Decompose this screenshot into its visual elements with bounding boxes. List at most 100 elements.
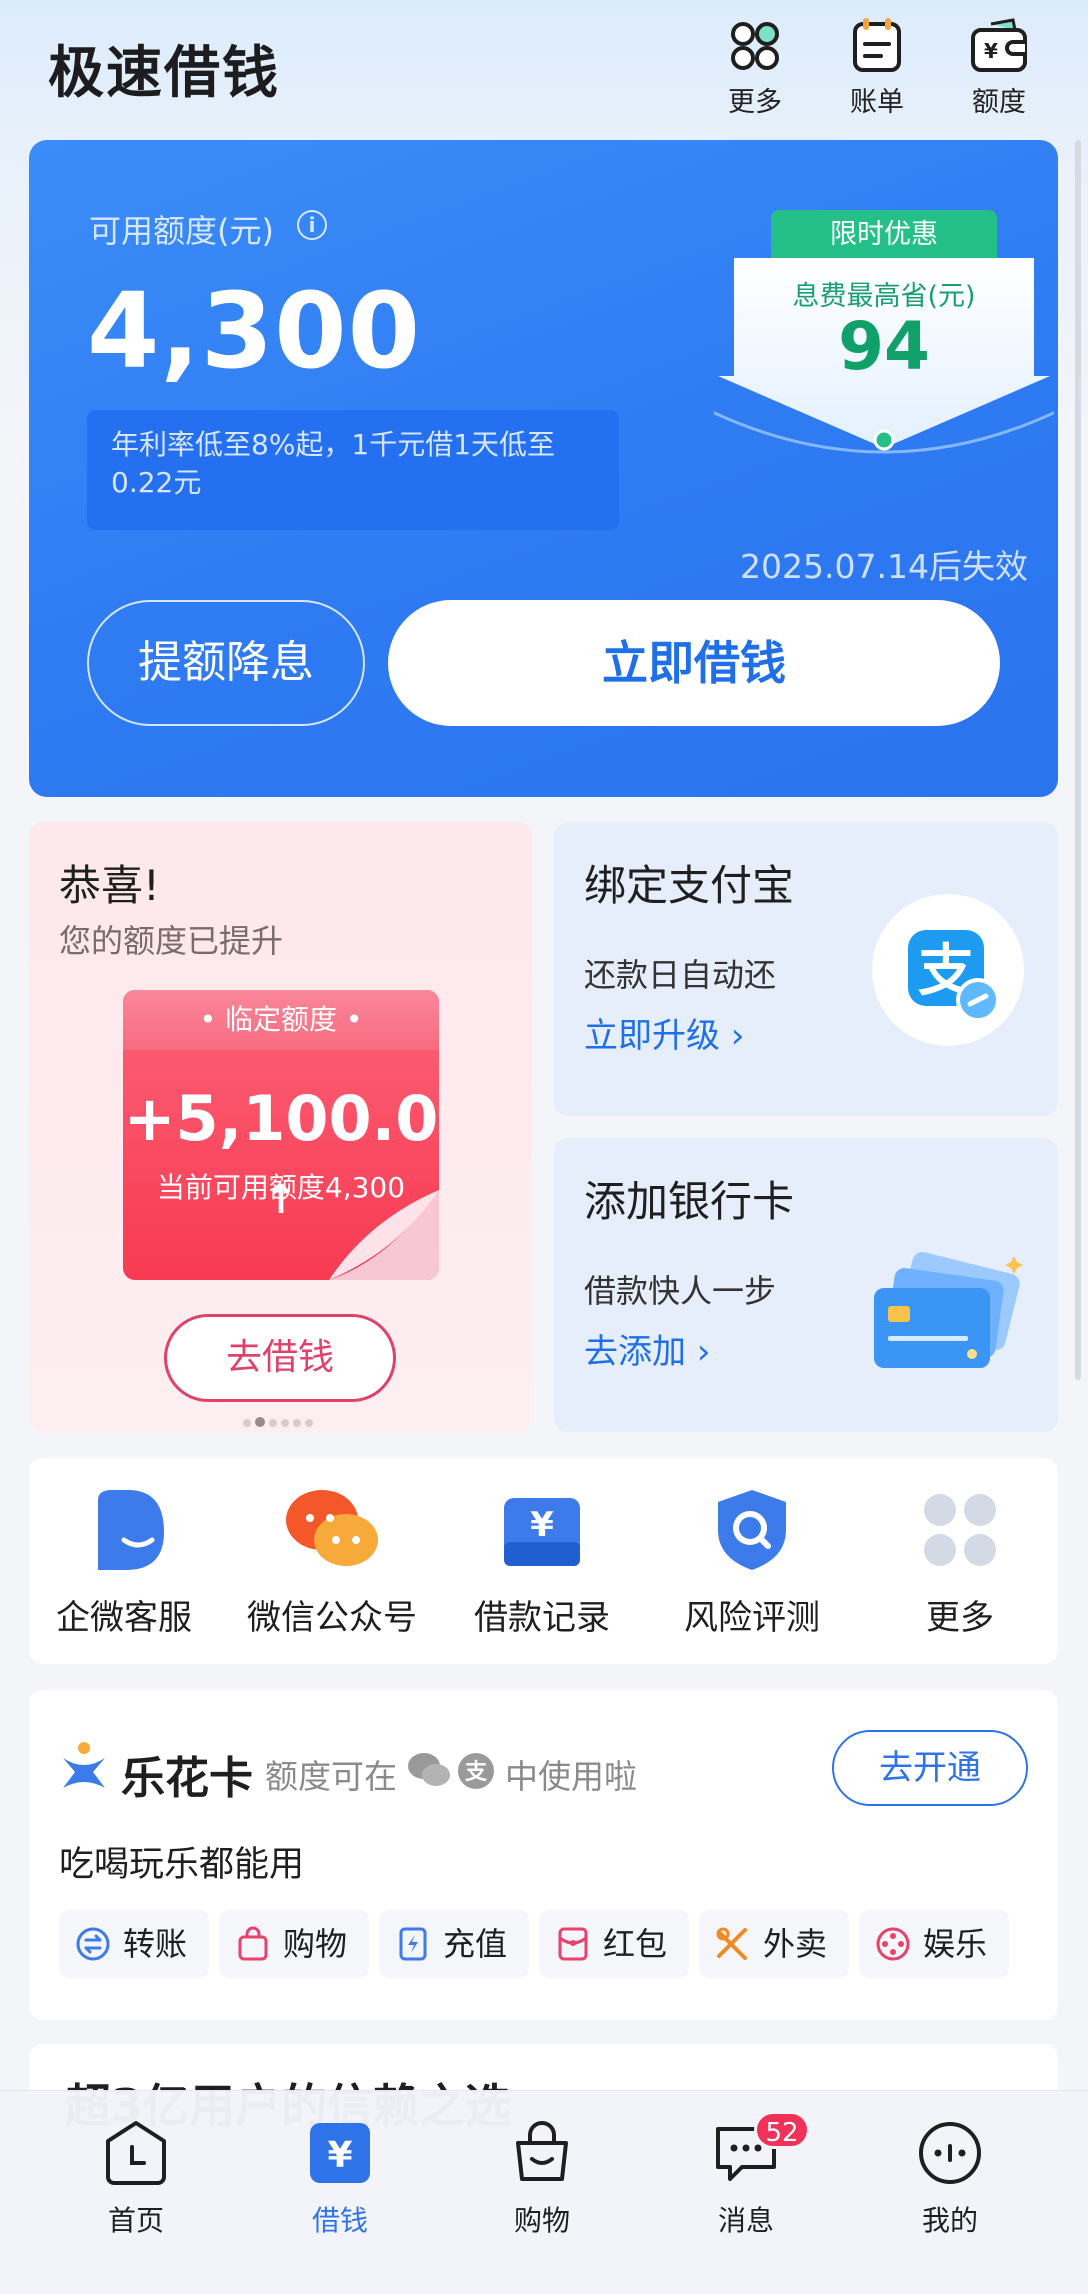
nav-label: 我的 [921, 2204, 978, 2237]
grid-icon [731, 22, 779, 70]
chip-label: 购物 [283, 1925, 348, 1963]
nav-home[interactable]: 首页 [66, 2119, 206, 2239]
nav-label: 首页 [107, 2204, 164, 2237]
header-bill-label: 账单 [850, 87, 904, 118]
bottom-navigation: 首页 ¥ 借钱 购物 52 消息 我的 [0, 2090, 1088, 2294]
service-wecom-support[interactable]: 企微客服 [29, 1488, 219, 1639]
header-limit-label: 额度 [972, 87, 1026, 118]
chip-transfer[interactable]: 转账 [59, 1910, 209, 1978]
service-more[interactable]: 更多 [865, 1488, 1055, 1639]
chip-label: 充值 [443, 1925, 508, 1963]
nav-label: 购物 [513, 2204, 570, 2237]
nav-profile[interactable]: 我的 [880, 2119, 1020, 2239]
wechat-small-icon [408, 1753, 450, 1786]
bind-alipay-desc: 还款日自动还 [584, 956, 777, 994]
chevron-right-icon: › [696, 1332, 711, 1372]
unread-badge: 52 [754, 2111, 810, 2149]
alipay-link-icon: 支 [872, 894, 1024, 1046]
chip-shopping[interactable]: 购物 [219, 1910, 369, 1978]
credit-card: 可用额度(元) i 4,300 年利率低至8%起，1千元借1天低至0.22元 限… [29, 140, 1058, 797]
activate-button[interactable]: 去开通 [832, 1730, 1028, 1806]
upgrade-now-link[interactable]: 立即升级 › [584, 1008, 744, 1057]
chip-label: 外卖 [763, 1925, 828, 1963]
red-packet-icon [558, 1927, 588, 1961]
lehua-tip-prefix: 额度可在 [265, 1757, 397, 1796]
shopping-bag-icon [238, 1926, 268, 1961]
limited-offer-tag: 限时优惠 [771, 210, 997, 260]
chip-entertainment[interactable]: 娱乐 [859, 1910, 1009, 1978]
congrats-title: 恭喜! [59, 861, 160, 910]
transfer-icon [76, 1927, 110, 1961]
recharge-icon [399, 1927, 427, 1961]
add-now-label: 去添加 [584, 1332, 686, 1372]
quick-services: 企微客服 微信公众号 ¥ 借款记录 风险评测 更多 [29, 1458, 1058, 1664]
service-risk-assessment[interactable]: 风险评测 [657, 1488, 847, 1639]
available-credit-label: 可用额度(元) [89, 212, 274, 250]
shopping-icon [516, 2121, 568, 2181]
wechat-icon [286, 1490, 378, 1566]
offer-expiry-text: 2025.07.14后失效 [740, 547, 1028, 586]
nav-borrow[interactable]: ¥ 借钱 [270, 2119, 410, 2239]
congrats-subtitle: 您的额度已提升 [59, 922, 284, 960]
lehua-logo-icon [63, 1742, 105, 1788]
limit-increase-value: +5,100.0 [123, 1082, 439, 1155]
risk-shield-icon [718, 1490, 786, 1570]
scrollbar[interactable] [1075, 140, 1081, 1380]
carousel-indicator [243, 1412, 317, 1431]
info-icon[interactable]: i [297, 210, 327, 240]
chip-label: 转账 [123, 1925, 188, 1963]
limited-offer-panel[interactable]: 限时优惠 息费最高省(元) 94 2025.07.14后失效 [659, 200, 1054, 586]
lehua-card-promo[interactable]: 乐花卡 额度可在 支 中使用啦 去开通 吃喝玩乐都能用 转账 购物 充值 红包 [29, 1690, 1058, 2020]
page-title: 极速借钱 [48, 41, 280, 106]
entertainment-icon [876, 1927, 910, 1961]
lehua-card-name: 乐花卡 [121, 1753, 253, 1804]
service-label: 企微客服 [56, 1598, 192, 1638]
header: 极速借钱 更多 账单 ¥ 额度 [0, 0, 1088, 140]
loan-record-icon: ¥ [504, 1498, 580, 1566]
lehua-slogan: 吃喝玩乐都能用 [59, 1845, 305, 1885]
profile-icon [919, 2122, 981, 2184]
svg-text:支: 支 [465, 1760, 488, 1785]
nav-label: 消息 [717, 2204, 774, 2237]
chip-recharge[interactable]: 充值 [379, 1910, 529, 1978]
nav-label: 借钱 [311, 2204, 368, 2237]
chip-takeout[interactable]: 外卖 [699, 1910, 849, 1978]
customer-service-icon [98, 1490, 164, 1570]
chip-label: 娱乐 [923, 1925, 988, 1963]
svg-text:¥: ¥ [984, 39, 998, 63]
svg-text:¥: ¥ [530, 1505, 554, 1545]
service-label: 更多 [926, 1598, 994, 1638]
nav-messages[interactable]: 52 消息 [676, 2111, 816, 2239]
service-label: 风险评测 [684, 1598, 820, 1638]
add-bank-card-title: 添加银行卡 [584, 1177, 795, 1226]
borrow-now-button[interactable]: 立即借钱 [388, 600, 1000, 726]
nav-shopping[interactable]: 购物 [472, 2119, 612, 2239]
temporary-limit-label: • 临定额度 • [123, 990, 439, 1050]
home-clock-icon [106, 2121, 166, 2185]
add-now-link[interactable]: 去添加 › [584, 1324, 710, 1373]
service-loan-records[interactable]: ¥ 借款记录 [447, 1488, 637, 1639]
credit-raised-card[interactable]: 恭喜! 您的额度已提升 • 临定额度 • +5,100.0 ↑ 当前可用额度4,… [29, 822, 532, 1432]
bind-alipay-card[interactable]: 绑定支付宝 还款日自动还 立即升级 › 支 [554, 822, 1058, 1116]
go-borrow-button[interactable]: 去借钱 [164, 1314, 396, 1402]
raise-limit-button[interactable]: 提额降息 [87, 600, 365, 726]
wallet-icon: ¥ [971, 18, 1027, 72]
upgrade-now-label: 立即升级 [584, 1016, 720, 1056]
svg-text:¥: ¥ [327, 2135, 352, 2176]
service-wechat-account[interactable]: 微信公众号 [237, 1488, 427, 1639]
temporary-limit-ticket: • 临定额度 • +5,100.0 ↑ 当前可用额度4,300 [123, 990, 439, 1280]
max-saving-value: 94 [838, 308, 930, 385]
header-bill-button[interactable]: 账单 [832, 16, 922, 124]
chip-label: 红包 [603, 1925, 668, 1963]
add-bank-card[interactable]: 添加银行卡 借款快人一步 去添加 › [554, 1138, 1058, 1432]
bind-alipay-title: 绑定支付宝 [584, 861, 795, 910]
page-curl-decoration [329, 1190, 439, 1280]
add-bank-card-desc: 借款快人一步 [584, 1272, 777, 1310]
chevron-right-icon: › [730, 1016, 745, 1056]
chip-red-packet[interactable]: 红包 [539, 1910, 689, 1978]
header-limit-button[interactable]: ¥ 额度 [954, 16, 1044, 124]
takeout-icon [716, 1927, 747, 1960]
alipay-small-icon: 支 [458, 1753, 494, 1789]
header-more-button[interactable]: 更多 [710, 16, 800, 124]
bank-cards-icon [874, 1251, 1023, 1368]
